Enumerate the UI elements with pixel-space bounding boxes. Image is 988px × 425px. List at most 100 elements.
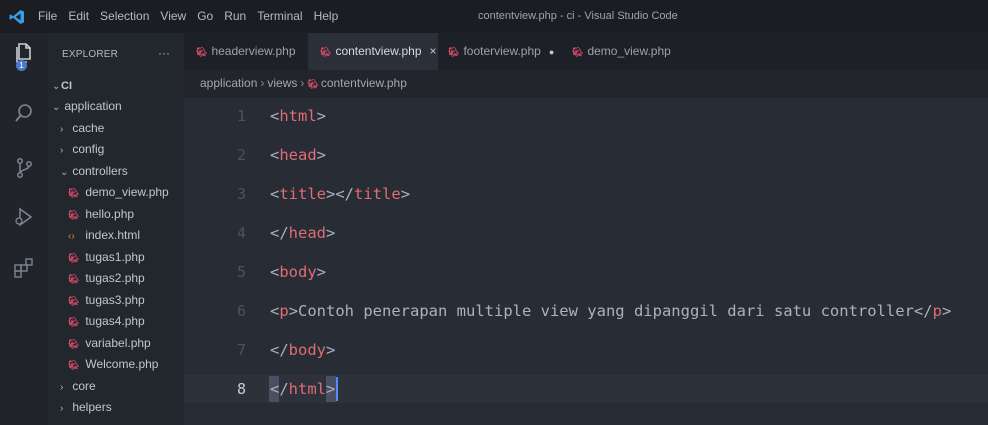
run-debug-icon[interactable]	[12, 205, 36, 229]
breadcrumb-item[interactable]: application	[200, 76, 257, 90]
php-file-icon: 🐘︎	[68, 317, 80, 327]
tree-root-label: CI	[61, 80, 72, 92]
source-control-icon[interactable]	[12, 156, 36, 180]
tree-item[interactable]: 🐘︎ variabel.php	[48, 333, 184, 354]
tree-item-label: helpers	[69, 400, 112, 414]
tag-token: p	[932, 302, 942, 320]
chevron-right-icon: ›	[300, 76, 305, 90]
code-line[interactable]: 3 <title></title>	[184, 180, 988, 208]
text-token: </	[270, 341, 289, 359]
chevron-right-icon: ›	[60, 145, 64, 156]
tab-footerview[interactable]: 🐘︎ footerview.php ●	[436, 33, 556, 70]
php-file-icon: 🐘︎	[68, 209, 80, 220]
text-token: <	[270, 263, 280, 281]
text-token: ></	[326, 185, 355, 203]
line-number: 7	[236, 341, 246, 359]
tree-item[interactable]: 🐘︎ tugas2.php	[48, 268, 184, 289]
breadcrumb-item[interactable]: views	[267, 76, 297, 90]
window-title: contentview.php - ci - Visual Studio Cod…	[478, 10, 678, 22]
tree-item[interactable]: › config	[48, 139, 184, 160]
text-token: >	[316, 263, 327, 281]
code-editor[interactable]: 1 <html> 2 <head> 3 <title></title> 4 </head> 5 <…	[184, 98, 988, 425]
text-token: </	[270, 224, 289, 242]
tree-item[interactable]: › helpers	[48, 397, 184, 418]
unsaved-dot-icon[interactable]: ●	[549, 47, 554, 57]
code-line[interactable]: 1 <html>	[184, 102, 988, 130]
text-token: >	[400, 185, 411, 203]
tree-item[interactable]: 🐘︎ demo_view.php	[48, 182, 184, 203]
code-text: </body>	[270, 336, 335, 364]
text-token: >	[941, 302, 952, 320]
code-text: <html>	[270, 102, 326, 130]
tree-item[interactable]: 🐘︎ tugas4.php	[48, 311, 184, 332]
text-token: </	[270, 380, 289, 398]
tree-item[interactable]: ‹› index.html	[48, 225, 184, 246]
text-token: >	[316, 146, 327, 164]
code-line[interactable]: 2 <head>	[184, 141, 988, 169]
line-number: 8	[236, 380, 246, 398]
tree-item[interactable]: › cache	[48, 118, 184, 139]
code-line[interactable]: 6 <p>Contoh penerapan multiple view yang …	[184, 297, 988, 325]
tab-headerview[interactable]: 🐘︎ headerview.php	[184, 33, 300, 70]
menu-edit[interactable]: Edit	[68, 9, 89, 23]
menu-view[interactable]: View	[160, 9, 186, 23]
code-text: <body>	[270, 258, 326, 286]
tree-item-label: variabel.php	[82, 335, 151, 350]
activity-bar: 1	[0, 33, 48, 425]
chevron-right-icon: ›	[60, 123, 64, 135]
text-token: >	[326, 224, 336, 242]
chevron-right-icon: ›	[60, 403, 64, 414]
tag-token: head	[279, 146, 317, 164]
code-line[interactable]: 5 <body>	[184, 258, 988, 286]
explorer-more-button[interactable]: ···	[158, 46, 170, 60]
tree-item-label: tugas4.php	[82, 314, 145, 328]
tree-item-label: config	[69, 142, 105, 156]
breadcrumb-item[interactable]: contentview.php	[321, 76, 407, 90]
tree-item[interactable]: 🐘︎ tugas1.php	[48, 247, 184, 268]
tree-item-label: tugas1.php	[82, 249, 145, 264]
tab-contentview[interactable]: 🐘︎ contentview.php ×	[308, 33, 438, 70]
tree-item[interactable]: › core	[48, 376, 184, 397]
tree-item-label: tugas2.php	[82, 271, 145, 285]
menu-selection[interactable]: Selection	[100, 9, 149, 23]
tag-token: title	[354, 185, 401, 203]
code-text: <p>Contoh penerapan multiple view yang d…	[270, 297, 951, 325]
text-token: <	[270, 107, 280, 125]
menu-run[interactable]: Run	[224, 9, 246, 23]
menu-go[interactable]: Go	[197, 9, 213, 23]
menu-terminal[interactable]: Terminal	[257, 9, 302, 23]
text-token: <	[270, 185, 280, 203]
extensions-icon[interactable]	[12, 256, 36, 280]
line-number: 1	[236, 107, 246, 125]
tab-demo-view[interactable]: 🐘︎ demo_view.php	[560, 33, 676, 70]
code-line[interactable]: 4 </head>	[184, 219, 988, 247]
tree-item[interactable]: ⌄ application	[48, 96, 184, 117]
menu-file[interactable]: File	[38, 9, 57, 23]
tree-item[interactable]: 🐘︎ tugas3.php	[48, 290, 184, 311]
text-cursor	[336, 377, 338, 401]
tab-label: demo_view.php	[587, 44, 671, 58]
tag-token: body	[288, 341, 326, 359]
tree-item[interactable]: 🐘︎ hello.php	[48, 204, 184, 225]
tree-root[interactable]: ⌄CI	[48, 75, 184, 96]
code-line[interactable]: 8 </html>	[184, 375, 988, 403]
php-file-icon: 🐘︎	[68, 274, 80, 284]
text-token: >	[326, 380, 336, 398]
tree-item-label: demo_view.php	[82, 185, 169, 199]
explorer-header: EXPLORER	[62, 49, 119, 60]
vscode-logo-icon	[9, 10, 24, 24]
html-file-icon: ‹›	[68, 231, 75, 242]
tag-token: head	[288, 224, 326, 242]
text-token: <	[270, 302, 280, 320]
menu-help[interactable]: Help	[314, 9, 339, 23]
tree-item-label: controllers	[69, 163, 128, 178]
chevron-down-icon: ⌄	[52, 81, 61, 92]
code-line[interactable]: 7 </body>	[184, 336, 988, 364]
search-icon[interactable]	[12, 101, 36, 125]
explorer-sidebar: EXPLORER ··· ⌄CI ⌄ application › cache › c…	[48, 33, 184, 425]
tree-item-label: hello.php	[82, 206, 135, 221]
tree-item[interactable]: ⌄ controllers	[48, 161, 184, 182]
breadcrumb: application › views › 🐘︎ contentview.php	[200, 76, 407, 90]
tree-item[interactable]: 🐘︎ Welcome.php	[48, 354, 184, 375]
tree-item-label: tugas3.php	[82, 292, 145, 307]
